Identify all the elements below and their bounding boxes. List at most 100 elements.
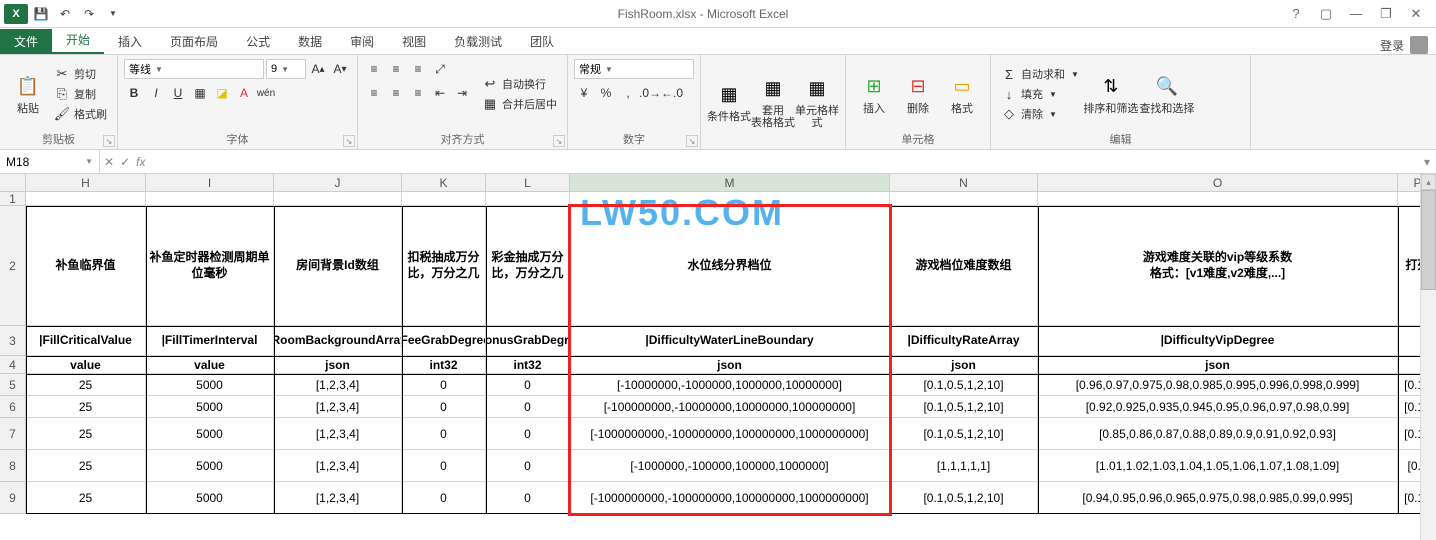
table-cell[interactable]: [1,1,1,1,1]	[890, 450, 1038, 482]
find-select-button[interactable]: 🔍查找和选择	[1139, 59, 1195, 129]
table-cell[interactable]: [0.1,0.5,1,2,10]	[890, 418, 1038, 450]
sort-filter-button[interactable]: ⇅排序和筛选	[1083, 59, 1139, 129]
table-cell[interactable]	[146, 192, 274, 206]
table-cell[interactable]: [1,2,3,4]	[274, 418, 402, 450]
column-header-H[interactable]: H	[26, 174, 146, 192]
scroll-thumb[interactable]	[1421, 190, 1436, 290]
restore-button[interactable]: ❐	[1372, 3, 1400, 25]
table-cell[interactable]: 5000	[146, 396, 274, 418]
table-cell[interactable]: |DifficultyVipDegree	[1038, 326, 1398, 356]
row-header-3[interactable]: 3	[0, 326, 26, 356]
table-cell[interactable]: 扣税抽成万分比，万分之几	[402, 206, 486, 326]
column-header-O[interactable]: O	[1038, 174, 1398, 192]
table-cell[interactable]: 25	[26, 418, 146, 450]
table-cell[interactable]: [0.94,0.95,0.96,0.965,0.975,0.98,0.985,0…	[1038, 482, 1398, 514]
tab-formulas[interactable]: 公式	[232, 29, 284, 54]
align-left-button[interactable]: ≡	[364, 83, 384, 103]
table-cell[interactable]: [0.1,0.5,1,2,10]	[890, 396, 1038, 418]
table-cell[interactable]: [1,2,3,4]	[274, 374, 402, 396]
enter-formula-button[interactable]: ✓	[120, 155, 130, 169]
table-cell[interactable]: [-10000000,-1000000,1000000,10000000]	[570, 374, 890, 396]
redo-button[interactable]: ↷	[78, 3, 100, 25]
name-box[interactable]: M18 ▼	[0, 150, 100, 173]
table-cell[interactable]: 0	[486, 418, 570, 450]
table-cell[interactable]: 25	[26, 450, 146, 482]
tab-team[interactable]: 团队	[516, 29, 568, 54]
format-as-table-button[interactable]: ▦套用 表格格式	[751, 59, 795, 145]
cell-styles-button[interactable]: ▦单元格样式	[795, 59, 839, 145]
fill-button[interactable]: ↓填充▼	[997, 85, 1083, 103]
underline-button[interactable]: U	[168, 83, 188, 103]
table-cell[interactable]: |DifficultyRateArray	[890, 326, 1038, 356]
table-cell[interactable]: 游戏档位难度数组	[890, 206, 1038, 326]
tab-page-layout[interactable]: 页面布局	[156, 29, 232, 54]
table-cell[interactable]	[274, 192, 402, 206]
table-cell[interactable]: int32	[486, 356, 570, 374]
table-cell[interactable]: json	[1038, 356, 1398, 374]
worksheet[interactable]: HIJKLMNOP 123456789 补鱼临界值补鱼定时器检测周期单位毫秒房间…	[0, 174, 1436, 540]
table-cell[interactable]: 游戏难度关联的vip等级系数 格式：[v1难度,v2难度,...]	[1038, 206, 1398, 326]
table-cell[interactable]: 0	[486, 482, 570, 514]
table-cell[interactable]: |FeeGrabDegree	[402, 326, 486, 356]
increase-font-button[interactable]: A▴	[308, 59, 328, 79]
delete-cells-button[interactable]: ⊟删除	[896, 59, 940, 129]
bold-button[interactable]: B	[124, 83, 144, 103]
save-button[interactable]: 💾	[30, 3, 52, 25]
column-header-N[interactable]: N	[890, 174, 1038, 192]
cells-area[interactable]: 补鱼临界值补鱼定时器检测周期单位毫秒房间背景Id数组扣税抽成万分比，万分之几彩金…	[26, 192, 1436, 514]
table-cell[interactable]: [1,2,3,4]	[274, 482, 402, 514]
table-cell[interactable]: 彩金抽成万分比，万分之几	[486, 206, 570, 326]
table-cell[interactable]	[26, 192, 146, 206]
cancel-formula-button[interactable]: ✕	[104, 155, 114, 169]
tab-data[interactable]: 数据	[284, 29, 336, 54]
table-cell[interactable]	[890, 192, 1038, 206]
table-cell[interactable]: 0	[486, 374, 570, 396]
font-name-combo[interactable]: 等线▼	[124, 59, 264, 79]
table-cell[interactable]: [0.92,0.925,0.935,0.945,0.95,0.96,0.97,0…	[1038, 396, 1398, 418]
help-button[interactable]: ?	[1282, 3, 1310, 25]
undo-button[interactable]: ↶	[54, 3, 76, 25]
italic-button[interactable]: I	[146, 83, 166, 103]
ribbon-display-options-button[interactable]: ▢	[1312, 3, 1340, 25]
table-cell[interactable]: |BonusGrabDegree	[486, 326, 570, 356]
table-cell[interactable]: [1,2,3,4]	[274, 396, 402, 418]
percent-style-button[interactable]: %	[596, 83, 616, 103]
paste-button[interactable]: 📋 粘贴	[6, 59, 50, 129]
row-header-2[interactable]: 2	[0, 206, 26, 326]
table-cell[interactable]: json	[890, 356, 1038, 374]
table-cell[interactable]: 补鱼临界值	[26, 206, 146, 326]
avatar-icon[interactable]	[1410, 36, 1428, 54]
tab-home[interactable]: 开始	[52, 27, 104, 54]
expand-formula-bar-button[interactable]: ▾	[1418, 155, 1436, 169]
number-dialog-launcher[interactable]: ↘	[686, 135, 698, 147]
alignment-dialog-launcher[interactable]: ↘	[553, 135, 565, 147]
table-cell[interactable]: [0.1,0.5,1,2,10]	[890, 482, 1038, 514]
row-header-4[interactable]: 4	[0, 356, 26, 374]
table-cell[interactable]: 0	[402, 396, 486, 418]
align-top-button[interactable]: ≡	[364, 59, 384, 79]
cut-button[interactable]: ✂剪切	[50, 65, 111, 83]
qat-customize-button[interactable]: ▼	[102, 3, 124, 25]
tab-file[interactable]: 文件	[0, 29, 52, 54]
table-cell[interactable]: 25	[26, 374, 146, 396]
row-header-5[interactable]: 5	[0, 374, 26, 396]
decrease-indent-button[interactable]: ⇤	[430, 83, 450, 103]
fill-color-button[interactable]: ◪	[212, 83, 232, 103]
font-dialog-launcher[interactable]: ↘	[343, 135, 355, 147]
accounting-format-button[interactable]: ¥	[574, 83, 594, 103]
orientation-button[interactable]: ⤢	[430, 59, 450, 79]
minimize-button[interactable]: —	[1342, 3, 1370, 25]
autosum-button[interactable]: Σ自动求和▼	[997, 65, 1083, 83]
table-cell[interactable]: 房间背景Id数组	[274, 206, 402, 326]
table-cell[interactable]: value	[146, 356, 274, 374]
borders-button[interactable]: ▦	[190, 83, 210, 103]
column-header-I[interactable]: I	[146, 174, 274, 192]
table-cell[interactable]: 5000	[146, 374, 274, 396]
table-cell[interactable]: 0	[402, 418, 486, 450]
table-cell[interactable]: int32	[402, 356, 486, 374]
align-bottom-button[interactable]: ≡	[408, 59, 428, 79]
table-cell[interactable]: [0.1,0.5,1,2,10]	[890, 374, 1038, 396]
table-cell[interactable]	[402, 192, 486, 206]
decrease-decimal-button[interactable]: ←.0	[662, 83, 682, 103]
table-cell[interactable]	[486, 192, 570, 206]
